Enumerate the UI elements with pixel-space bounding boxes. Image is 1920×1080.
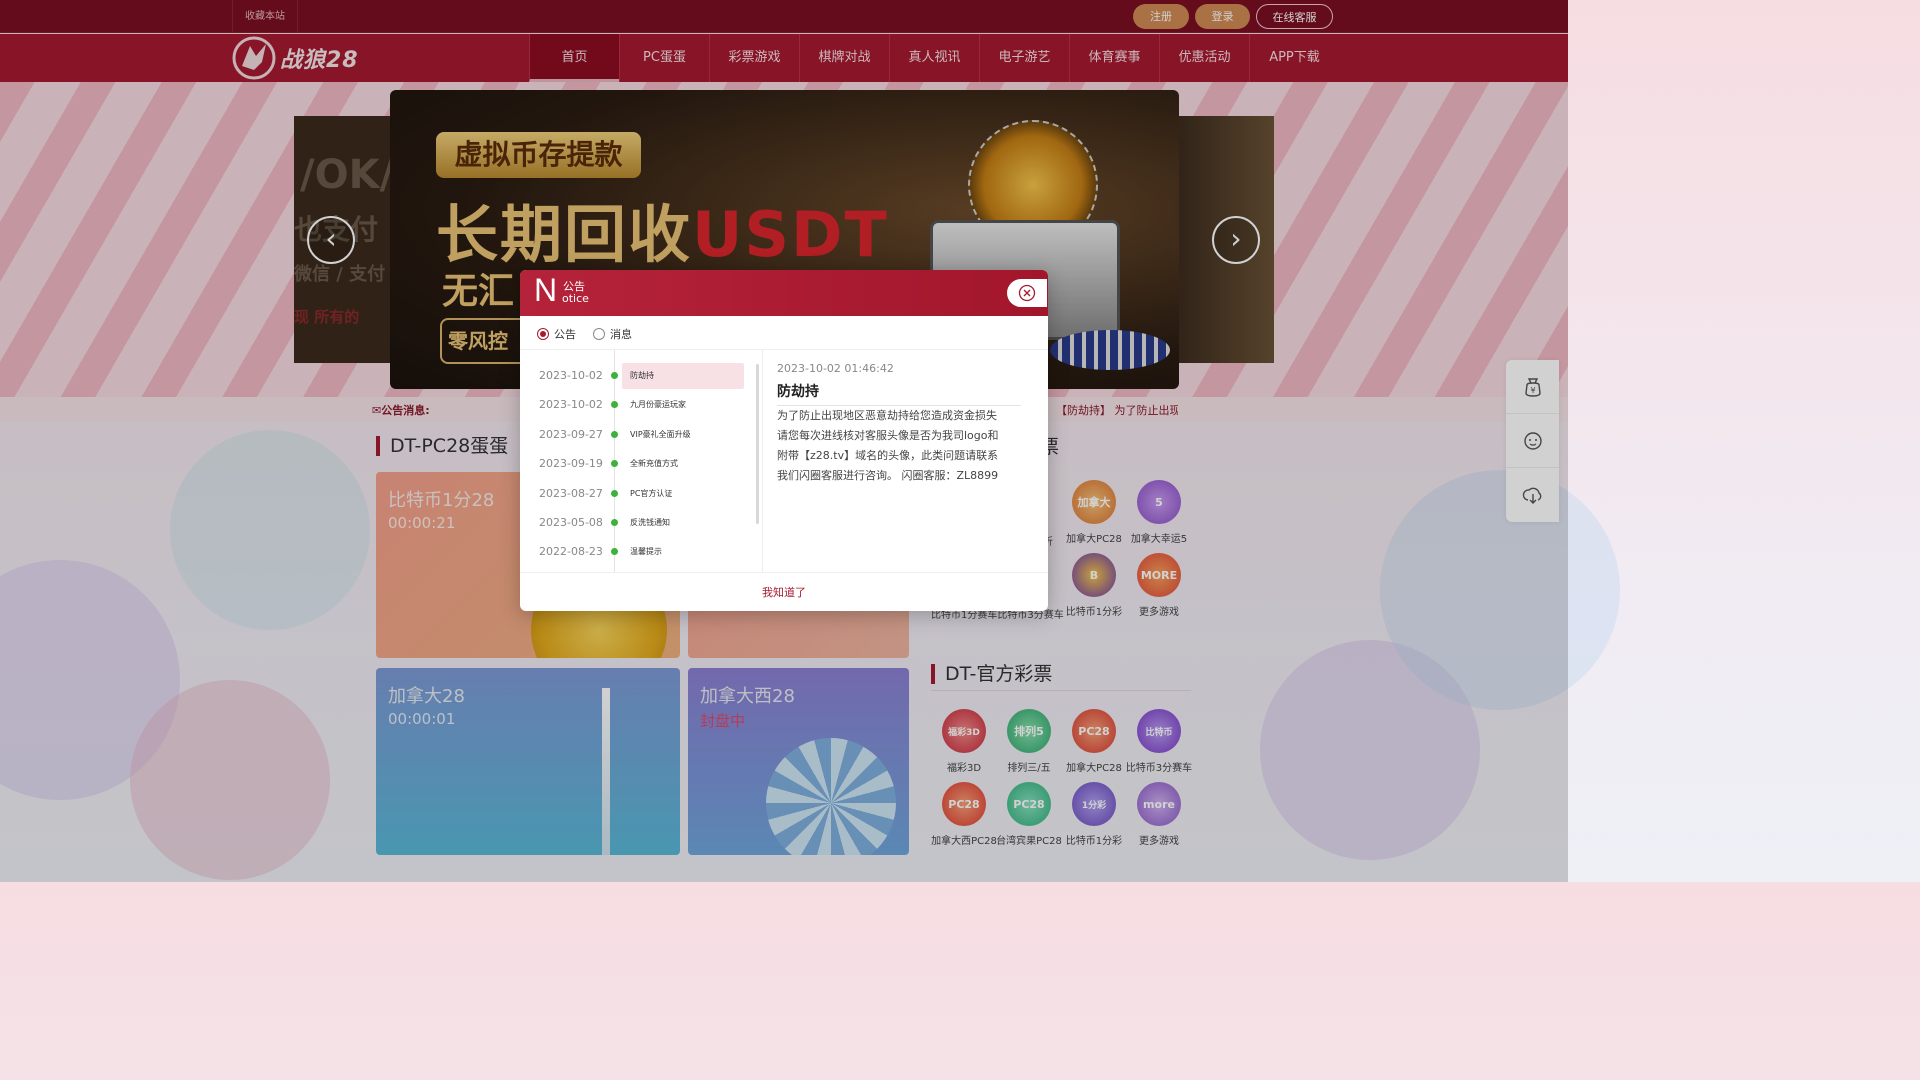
detail-title: 防劫持 bbox=[777, 384, 819, 400]
detail-date: 2023-10-02 01:46:42 bbox=[777, 362, 894, 375]
timeline-dot bbox=[611, 401, 618, 408]
detail-body: 为了防止出现地区恶意劫持给您造成资金损失 请您每次进线核对客服头像是否为我司lo… bbox=[777, 409, 999, 482]
notice-detail: 2023-10-02 01:46:42 防劫持 为了防止出现地区恶意劫持给您造成… bbox=[777, 350, 1037, 572]
confirm-button[interactable]: 我知道了 bbox=[520, 572, 1048, 611]
modal-header: N 公告 otice bbox=[520, 270, 1048, 316]
timeline-dot bbox=[611, 490, 618, 497]
list-item[interactable]: 2023-08-27 PC官方认证 bbox=[520, 479, 760, 508]
modal-tabs: 公告 消息 bbox=[520, 316, 1048, 350]
modal-subtitle: otice bbox=[562, 292, 589, 305]
list-item[interactable]: 2023-05-08 反洗钱通知 bbox=[520, 508, 760, 537]
tab-message[interactable]: 消息 bbox=[593, 326, 632, 342]
radio-icon bbox=[593, 328, 605, 340]
modal-logo-letter: N bbox=[534, 272, 558, 308]
radio-selected-icon bbox=[537, 328, 549, 340]
timeline-dot bbox=[611, 548, 618, 555]
close-icon bbox=[1018, 284, 1036, 302]
modal-close-button[interactable] bbox=[1007, 279, 1047, 307]
list-item[interactable]: 2023-09-27 VIP豪礼全面升级 bbox=[520, 420, 760, 449]
list-scrollbar[interactable] bbox=[756, 364, 759, 524]
list-item[interactable]: 2023-10-02 防劫持 bbox=[520, 361, 760, 390]
notice-modal: N 公告 otice 公告 消息 2023-10-02 防劫持 2023-10-0… bbox=[520, 270, 1048, 611]
timeline-dot bbox=[611, 460, 618, 467]
timeline-dot bbox=[611, 519, 618, 526]
list-item[interactable]: 2022-08-23 温馨提示 bbox=[520, 537, 760, 566]
timeline-dot bbox=[611, 431, 618, 438]
list-item[interactable]: 2023-10-02 九月份豪运玩家 bbox=[520, 390, 760, 419]
list-item[interactable]: 2023-09-19 全新充值方式 bbox=[520, 449, 760, 478]
timeline-dot bbox=[611, 372, 618, 379]
notice-list: 2023-10-02 防劫持 2023-10-02 九月份豪运玩家 2023-09-… bbox=[520, 350, 763, 572]
tab-notice[interactable]: 公告 bbox=[537, 326, 576, 342]
